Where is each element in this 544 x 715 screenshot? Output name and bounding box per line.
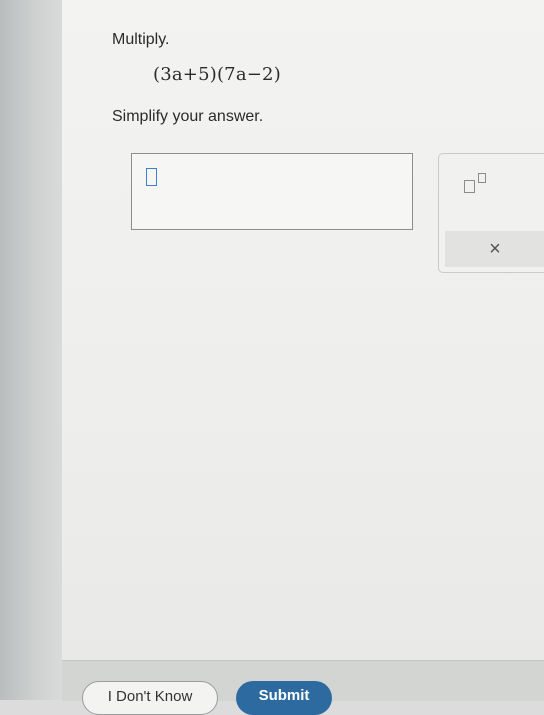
math-palette: × bbox=[438, 153, 544, 273]
exponent-base-icon bbox=[464, 180, 475, 193]
simplify-text: Simplify your answer. bbox=[112, 108, 264, 125]
question-panel bbox=[62, 0, 544, 660]
left-margin-strip bbox=[0, 0, 62, 700]
clear-button[interactable]: × bbox=[445, 231, 544, 267]
instruction-text: Multiply. bbox=[112, 31, 170, 48]
close-icon: × bbox=[489, 237, 501, 260]
exponent-superscript-icon bbox=[478, 173, 486, 183]
input-placeholder-box[interactable] bbox=[146, 168, 157, 186]
exponent-button[interactable] bbox=[461, 168, 501, 202]
dont-know-button[interactable]: I Don't Know bbox=[82, 681, 218, 715]
answer-input-box[interactable] bbox=[131, 153, 413, 230]
submit-button[interactable]: Submit bbox=[236, 681, 332, 715]
math-expression: (3a+5)(7a−2) bbox=[153, 64, 281, 85]
